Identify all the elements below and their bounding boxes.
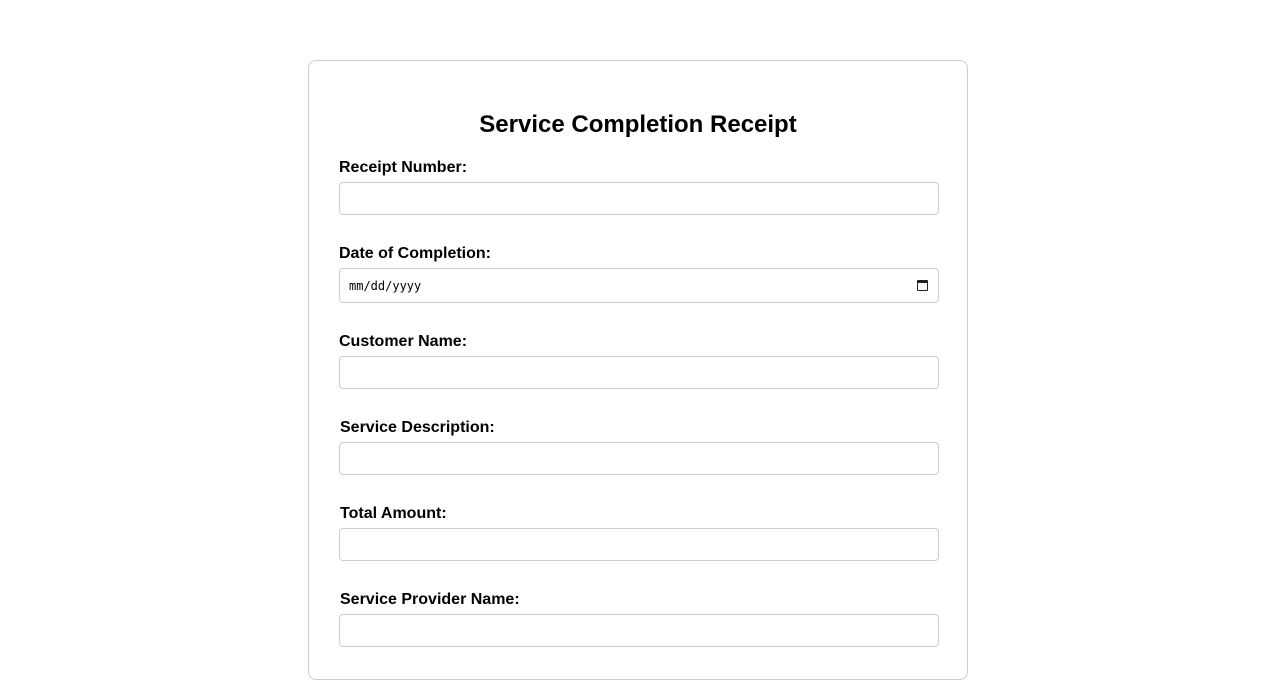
receipt-form-card: Service Completion Receipt Receipt Numbe…	[308, 60, 968, 680]
date-of-completion-input[interactable]: mm/dd/yyyy	[339, 268, 939, 303]
service-provider-name-label: Service Provider Name:	[340, 591, 520, 608]
receipt-number-input[interactable]	[339, 182, 939, 215]
service-provider-name-input[interactable]	[339, 614, 939, 647]
customer-name-input[interactable]	[339, 356, 939, 389]
total-amount-label: Total Amount:	[340, 505, 447, 522]
calendar-icon[interactable]	[917, 280, 928, 291]
date-placeholder: mm/dd/yyyy	[349, 279, 422, 293]
total-amount-input[interactable]	[339, 528, 939, 561]
receipt-number-label: Receipt Number:	[339, 159, 468, 176]
customer-name-label: Customer Name:	[339, 333, 468, 350]
service-description-label: Service Description:	[340, 419, 495, 436]
date-of-completion-label: Date of Completion:	[339, 245, 491, 262]
form-title: Service Completion Receipt	[479, 111, 797, 138]
service-description-input[interactable]	[339, 442, 939, 475]
